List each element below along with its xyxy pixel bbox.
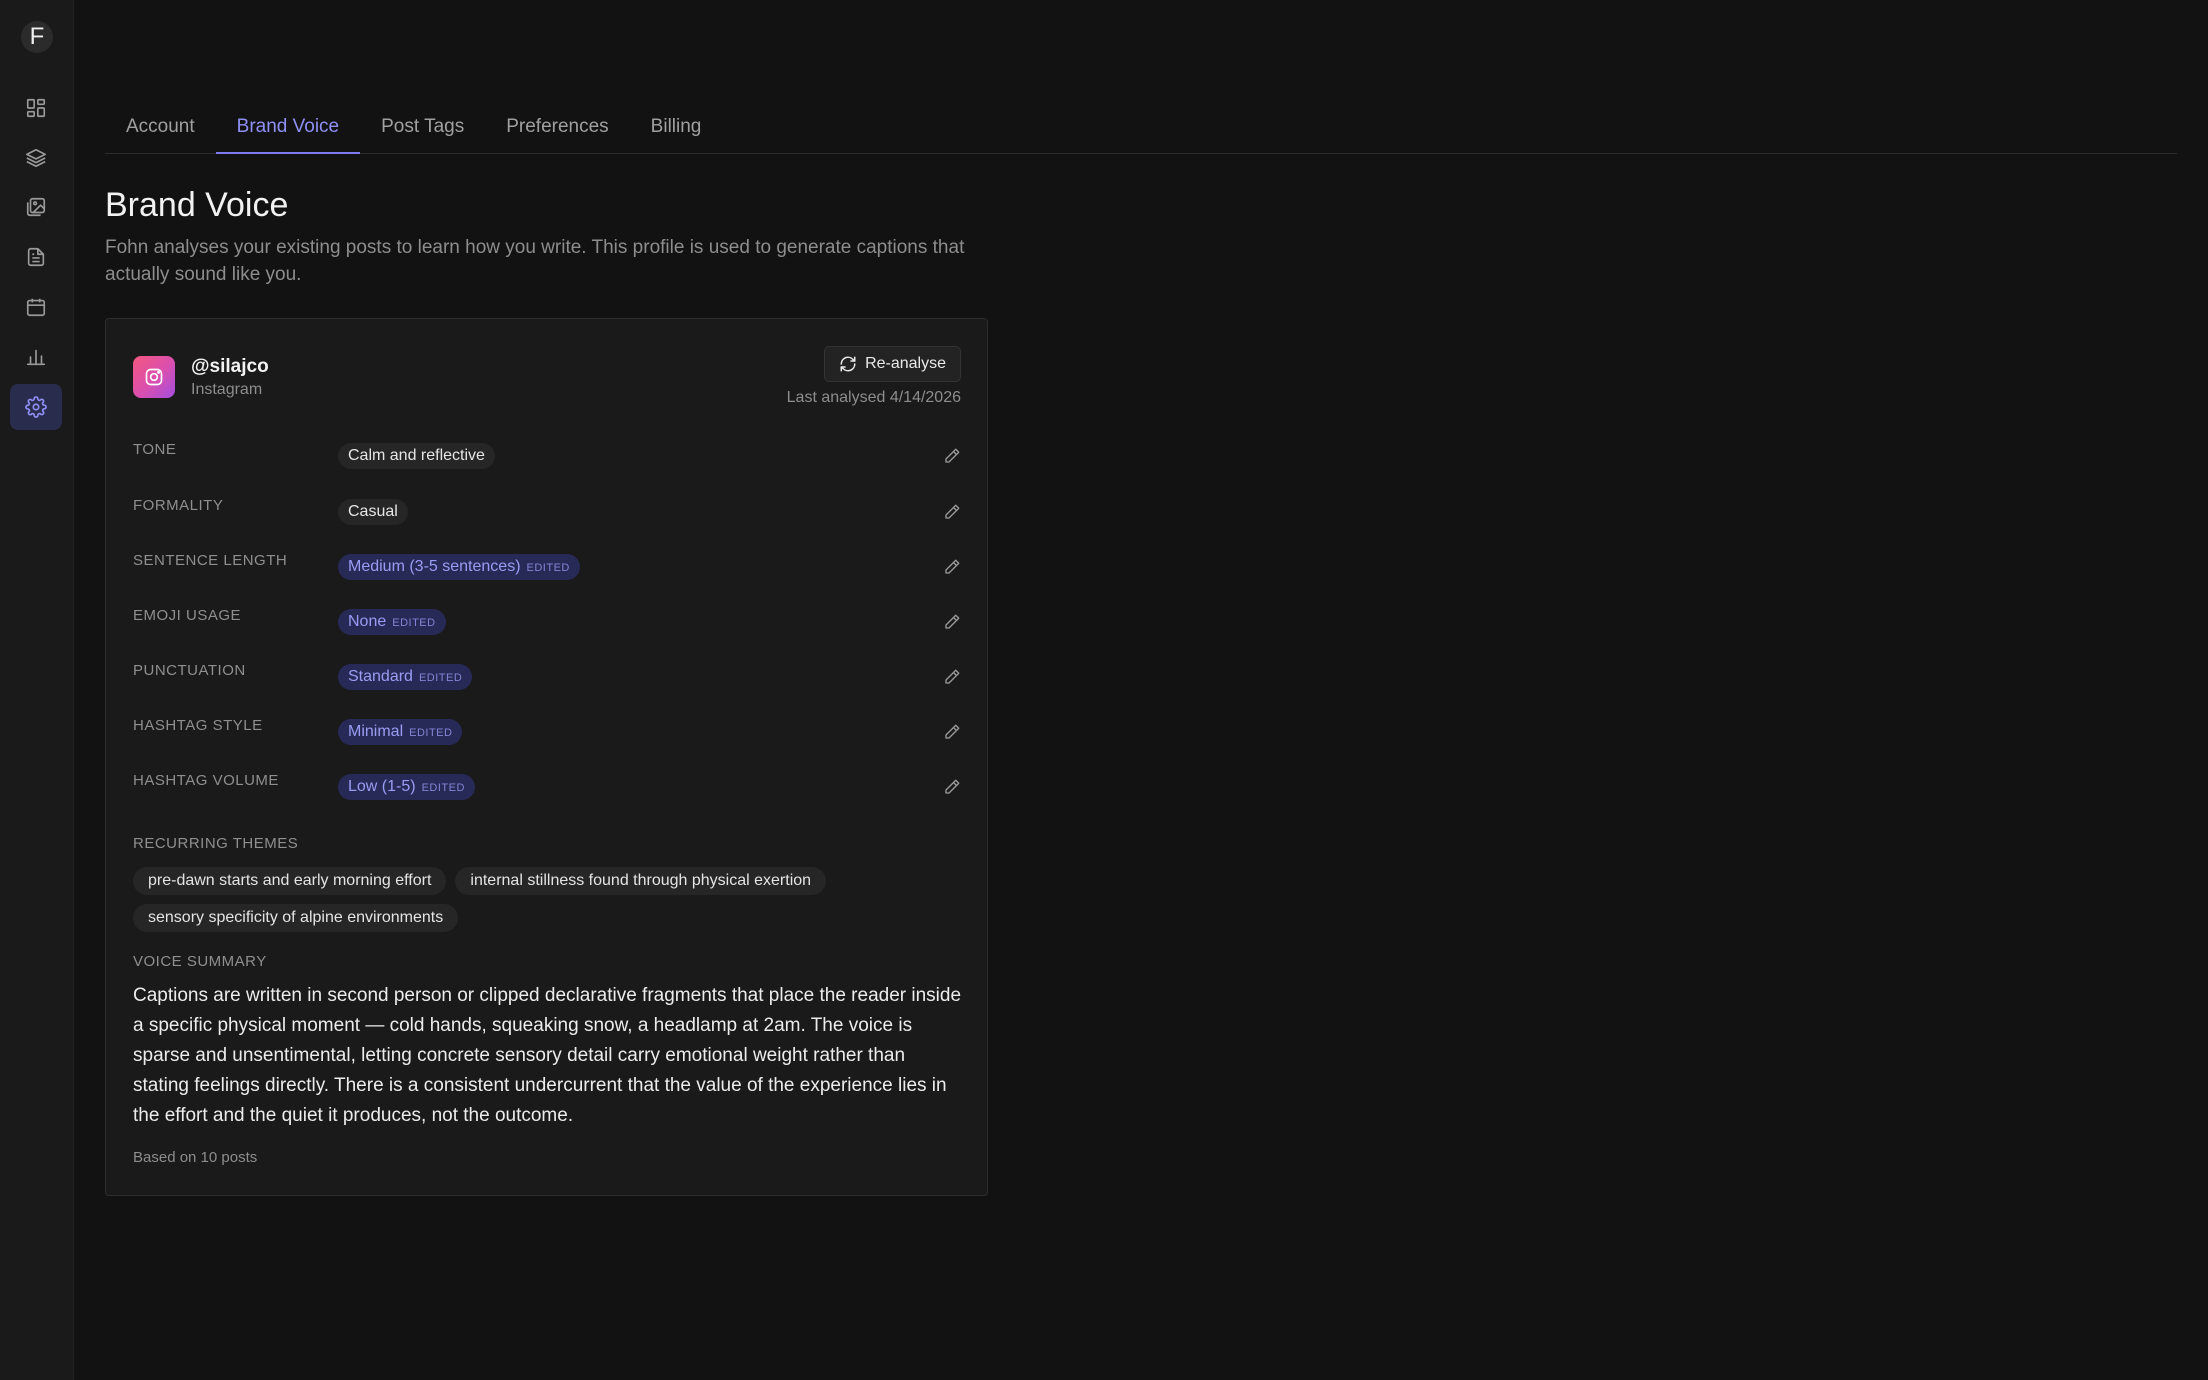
edited-tag: EDITED	[526, 562, 570, 574]
attribute-value-chip: Minimal EDITED	[338, 719, 463, 745]
page-title: Brand Voice	[105, 186, 289, 224]
media-nav-button[interactable]	[10, 184, 62, 230]
voice-summary-text: Captions are written in second person or…	[133, 985, 962, 1126]
attribute-label: HASHTAG STYLE	[133, 717, 263, 734]
based-on-count: Based on 10 posts	[133, 1149, 258, 1166]
attribute-row-tone: TONE Calm and reflective	[133, 441, 961, 471]
edited-tag: EDITED	[418, 672, 463, 684]
attribute-label: PUNCTUATION	[133, 662, 246, 679]
attribute-label: EMOJI USAGE	[133, 607, 242, 624]
layers-icon	[26, 148, 46, 168]
pencil-icon[interactable]	[943, 503, 961, 521]
dashboard-icon	[26, 98, 46, 118]
media-library-icon	[26, 197, 46, 217]
tab-account[interactable]: Account	[105, 108, 216, 154]
voice-summary-label: VOICE SUMMARY	[133, 953, 267, 970]
attribute-value-chip: Calm and reflective	[338, 443, 495, 469]
pencil-icon[interactable]	[943, 668, 961, 686]
page-description: Fohn analyses your existing posts to lea…	[105, 237, 965, 285]
bar-chart-icon	[26, 349, 46, 366]
dashboard-nav-button[interactable]	[10, 85, 62, 131]
documents-nav-button[interactable]	[10, 234, 62, 280]
theme-chip: pre-dawn starts and early morning effort	[133, 867, 447, 895]
refresh-icon	[840, 356, 856, 372]
calendar-icon	[26, 298, 46, 317]
account-handle: @silajco	[191, 356, 269, 377]
pencil-icon[interactable]	[943, 558, 961, 576]
attribute-value-chip: Standard EDITED	[338, 664, 473, 690]
pencil-icon[interactable]	[943, 613, 961, 631]
attribute-label: FORMALITY	[133, 497, 224, 514]
attribute-row-hashtag-style: HASHTAG STYLE Minimal EDITED	[133, 717, 961, 747]
sidebar: F	[0, 0, 74, 1380]
attribute-value-chip: None EDITED	[338, 609, 446, 635]
tab-preferences[interactable]: Preferences	[485, 108, 629, 154]
attribute-row-punctuation: PUNCTUATION Standard EDITED	[133, 662, 961, 692]
attribute-value-chip: Casual	[338, 499, 408, 525]
brand-voice-card: @silajco Instagram Re-analyse Last analy…	[105, 318, 988, 1196]
theme-chip: internal stillness found through physica…	[455, 867, 827, 895]
pencil-icon[interactable]	[943, 778, 961, 796]
app-logo[interactable]: F	[21, 21, 53, 53]
calendar-nav-button[interactable]	[10, 284, 62, 330]
tab-brand-voice[interactable]: Brand Voice	[215, 108, 361, 154]
edited-tag: EDITED	[409, 727, 453, 739]
edited-tag: EDITED	[392, 617, 436, 629]
gear-icon	[25, 396, 47, 418]
recurring-themes-list: pre-dawn starts and early morning effort…	[133, 867, 963, 941]
attribute-row-formality: FORMALITY Casual	[133, 497, 961, 527]
layers-nav-button[interactable]	[10, 135, 62, 181]
settings-tabs: Account Brand Voice Post Tags Preference…	[105, 108, 2177, 154]
attribute-label: HASHTAG VOLUME	[133, 772, 279, 789]
attribute-value-chip: Low (1-5) EDITED	[338, 774, 475, 800]
last-analysed-date: Last analysed 4/14/2026	[786, 389, 961, 406]
attribute-row-hashtag-volume: HASHTAG VOLUME Low (1-5) EDITED	[133, 772, 961, 802]
account-platform: Instagram	[191, 381, 263, 398]
attribute-label: SENTENCE LENGTH	[133, 552, 288, 569]
theme-chip: sensory specificity of alpine environmen…	[133, 904, 459, 932]
attribute-value-chip: Medium (3-5 sentences) EDITED	[338, 554, 580, 580]
reanalyse-button[interactable]: Re-analyse	[824, 346, 961, 382]
document-icon	[27, 247, 45, 267]
attribute-label: TONE	[133, 441, 177, 458]
pencil-icon[interactable]	[943, 447, 961, 465]
reanalyse-label: Re-analyse	[865, 355, 946, 372]
tab-post-tags[interactable]: Post Tags	[360, 108, 485, 154]
attribute-row-emoji-usage: EMOJI USAGE None EDITED	[133, 607, 961, 637]
pencil-icon[interactable]	[943, 723, 961, 741]
tab-billing[interactable]: Billing	[630, 108, 723, 154]
instagram-icon	[133, 356, 175, 398]
recurring-themes-label: RECURRING THEMES	[133, 835, 299, 852]
edited-tag: EDITED	[421, 782, 465, 794]
analytics-nav-button[interactable]	[10, 334, 62, 380]
settings-nav-button[interactable]	[10, 384, 62, 430]
attribute-row-sentence-length: SENTENCE LENGTH Medium (3-5 sentences) ED…	[133, 552, 961, 582]
